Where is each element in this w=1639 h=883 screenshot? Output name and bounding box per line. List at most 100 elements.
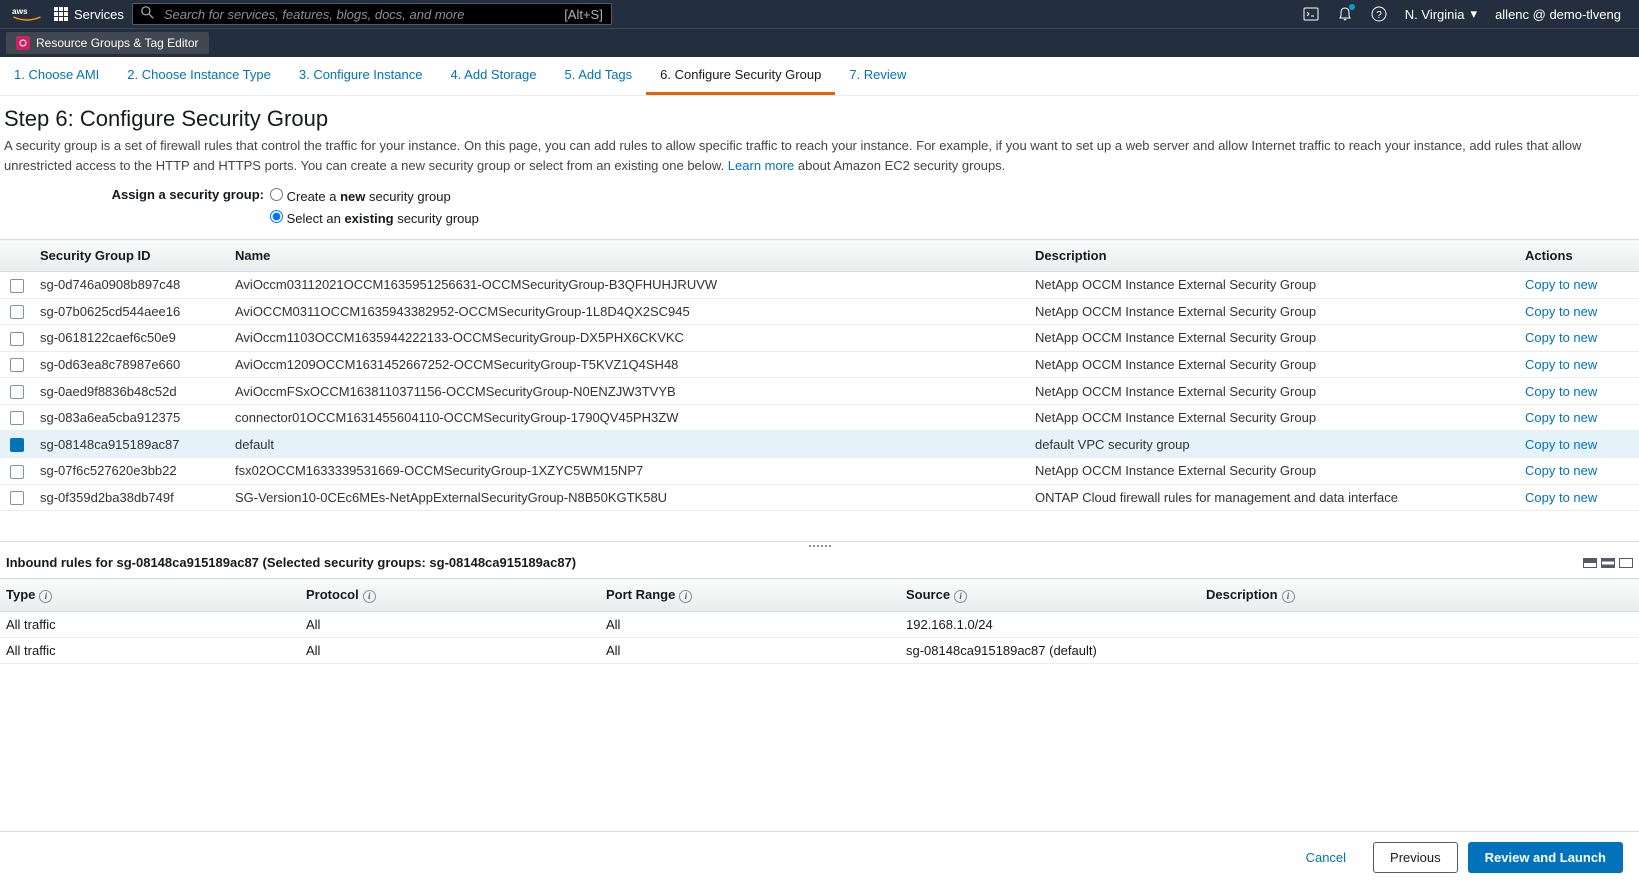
table-row[interactable]: sg-0618122caef6c50e9 AviOccm1103OCCM1635… xyxy=(0,325,1639,352)
copy-to-new-link[interactable]: Copy to new xyxy=(1525,330,1597,345)
col-description[interactable]: Description xyxy=(1029,240,1519,272)
info-icon[interactable]: i xyxy=(1282,590,1295,603)
create-new-sg-input[interactable] xyxy=(270,188,283,201)
copy-to-new-link[interactable]: Copy to new xyxy=(1525,490,1597,505)
review-and-launch-button[interactable]: Review and Launch xyxy=(1468,842,1623,873)
sg-id: sg-0618122caef6c50e9 xyxy=(34,325,229,352)
sg-id: sg-08148ca915189ac87 xyxy=(34,431,229,458)
resource-groups-tag-editor[interactable]: Resource Groups & Tag Editor xyxy=(6,32,209,54)
search-placeholder: Search for services, features, blogs, do… xyxy=(164,7,465,22)
services-menu[interactable]: Services xyxy=(54,7,124,22)
assign-label: Assign a security group: xyxy=(0,185,270,202)
info-icon[interactable]: i xyxy=(39,590,52,603)
table-row[interactable]: sg-0aed9f8836b48c52d AviOccmFSxOCCM16381… xyxy=(0,378,1639,405)
notifications-icon[interactable] xyxy=(1337,6,1353,22)
sg-description: NetApp OCCM Instance External Security G… xyxy=(1029,272,1519,299)
pane-resize-handle[interactable] xyxy=(0,541,1639,551)
row-checkbox[interactable] xyxy=(10,411,24,425)
previous-button[interactable]: Previous xyxy=(1373,842,1458,873)
copy-to-new-link[interactable]: Copy to new xyxy=(1525,463,1597,478)
inbound-rules-table: Typei Protocoli Port Rangei Sourcei Desc… xyxy=(0,578,1639,664)
region-label: N. Virginia xyxy=(1405,7,1465,22)
info-icon[interactable]: i xyxy=(679,590,692,603)
rule-port: All xyxy=(600,612,900,638)
region-selector[interactable]: N. Virginia ▾ xyxy=(1405,6,1477,22)
row-checkbox[interactable] xyxy=(10,491,24,505)
table-row[interactable]: sg-08148ca915189ac87 default default VPC… xyxy=(0,431,1639,458)
sg-id: sg-0f359d2ba38db749f xyxy=(34,484,229,511)
info-icon[interactable]: i xyxy=(954,590,967,603)
copy-to-new-link[interactable]: Copy to new xyxy=(1525,384,1597,399)
sub-nav: Resource Groups & Tag Editor xyxy=(0,28,1639,57)
col-port-range[interactable]: Port Rangei xyxy=(600,579,900,612)
step-configure-security-group[interactable]: 6. Configure Security Group xyxy=(646,57,835,95)
sg-name: default xyxy=(229,431,1029,458)
col-protocol[interactable]: Protocoli xyxy=(300,579,600,612)
table-row: All traffic All All 192.168.1.0/24 xyxy=(0,612,1639,638)
col-checkbox xyxy=(0,240,34,272)
copy-to-new-link[interactable]: Copy to new xyxy=(1525,357,1597,372)
table-row[interactable]: sg-07b0625cd544aee16 AviOCCM0311OCCM1635… xyxy=(0,298,1639,325)
row-checkbox[interactable] xyxy=(10,385,24,399)
rule-source: 192.168.1.0/24 xyxy=(900,612,1200,638)
sg-id: sg-0d63ea8c78987e660 xyxy=(34,351,229,378)
step-add-tags[interactable]: 5. Add Tags xyxy=(550,57,646,95)
info-icon[interactable]: i xyxy=(363,590,376,603)
cloudshell-icon[interactable] xyxy=(1303,6,1319,22)
account-label[interactable]: allenc @ demo-tlveng xyxy=(1495,7,1621,22)
row-checkbox[interactable] xyxy=(10,305,24,319)
sg-description: NetApp OCCM Instance External Security G… xyxy=(1029,325,1519,352)
select-existing-sg-input[interactable] xyxy=(270,210,283,223)
rule-description xyxy=(1200,638,1639,664)
svg-text:?: ? xyxy=(1376,10,1382,21)
sg-description: NetApp OCCM Instance External Security G… xyxy=(1029,351,1519,378)
col-sg-id[interactable]: Security Group ID xyxy=(34,240,229,272)
learn-more-link[interactable]: Learn more xyxy=(728,158,794,173)
col-name[interactable]: Name xyxy=(229,240,1029,272)
table-row[interactable]: sg-0d63ea8c78987e660 AviOccm1209OCCM1631… xyxy=(0,351,1639,378)
table-row: All traffic All All sg-08148ca915189ac87… xyxy=(0,638,1639,664)
sg-id: sg-07b0625cd544aee16 xyxy=(34,298,229,325)
copy-to-new-link[interactable]: Copy to new xyxy=(1525,304,1597,319)
view-mode-2-icon[interactable] xyxy=(1601,558,1615,568)
row-checkbox[interactable] xyxy=(10,279,24,293)
view-mode-1-icon[interactable] xyxy=(1583,558,1597,568)
col-type[interactable]: Typei xyxy=(0,579,300,612)
row-checkbox[interactable] xyxy=(10,438,24,452)
aws-logo[interactable]: aws xyxy=(12,5,42,23)
row-checkbox[interactable] xyxy=(10,358,24,372)
view-mode-3-icon[interactable] xyxy=(1619,558,1633,568)
step-add-storage[interactable]: 4. Add Storage xyxy=(436,57,550,95)
rule-protocol: All xyxy=(300,638,600,664)
sg-description: NetApp OCCM Instance External Security G… xyxy=(1029,298,1519,325)
page-title: Step 6: Configure Security Group xyxy=(0,106,1639,136)
rule-description xyxy=(1200,612,1639,638)
sg-description: NetApp OCCM Instance External Security G… xyxy=(1029,457,1519,484)
row-checkbox[interactable] xyxy=(10,465,24,479)
step-configure-instance[interactable]: 3. Configure Instance xyxy=(285,57,437,95)
top-nav: aws Services Search for services, featur… xyxy=(0,0,1639,28)
step-choose-ami[interactable]: 1. Choose AMI xyxy=(0,57,113,95)
search-input[interactable]: Search for services, features, blogs, do… xyxy=(132,3,612,25)
sg-id: sg-083a6ea5cba912375 xyxy=(34,404,229,431)
drag-dots-icon xyxy=(808,545,832,549)
select-existing-sg-radio[interactable]: Select an existing security group xyxy=(270,207,479,229)
cancel-button[interactable]: Cancel xyxy=(1289,842,1363,873)
assign-security-group: Assign a security group: Create a new se… xyxy=(0,181,1639,233)
create-new-sg-radio[interactable]: Create a new security group xyxy=(270,185,479,207)
main-content: Step 6: Configure Security Group A secur… xyxy=(0,96,1639,744)
col-source[interactable]: Sourcei xyxy=(900,579,1200,612)
copy-to-new-link[interactable]: Copy to new xyxy=(1525,410,1597,425)
table-row[interactable]: sg-07f6c527620e3bb22 fsx02OCCM1633339531… xyxy=(0,457,1639,484)
col-rule-description[interactable]: Descriptioni xyxy=(1200,579,1639,612)
copy-to-new-link[interactable]: Copy to new xyxy=(1525,277,1597,292)
table-row[interactable]: sg-0f359d2ba38db749f SG-Version10-0CEc6M… xyxy=(0,484,1639,511)
copy-to-new-link[interactable]: Copy to new xyxy=(1525,437,1597,452)
row-checkbox[interactable] xyxy=(10,332,24,346)
sg-description: NetApp OCCM Instance External Security G… xyxy=(1029,378,1519,405)
table-row[interactable]: sg-083a6ea5cba912375 connector01OCCM1631… xyxy=(0,404,1639,431)
step-choose-instance-type[interactable]: 2. Choose Instance Type xyxy=(113,57,285,95)
help-icon[interactable]: ? xyxy=(1371,6,1387,22)
table-row[interactable]: sg-0d746a0908b897c48 AviOccm03112021OCCM… xyxy=(0,272,1639,299)
step-review[interactable]: 7. Review xyxy=(835,57,920,95)
